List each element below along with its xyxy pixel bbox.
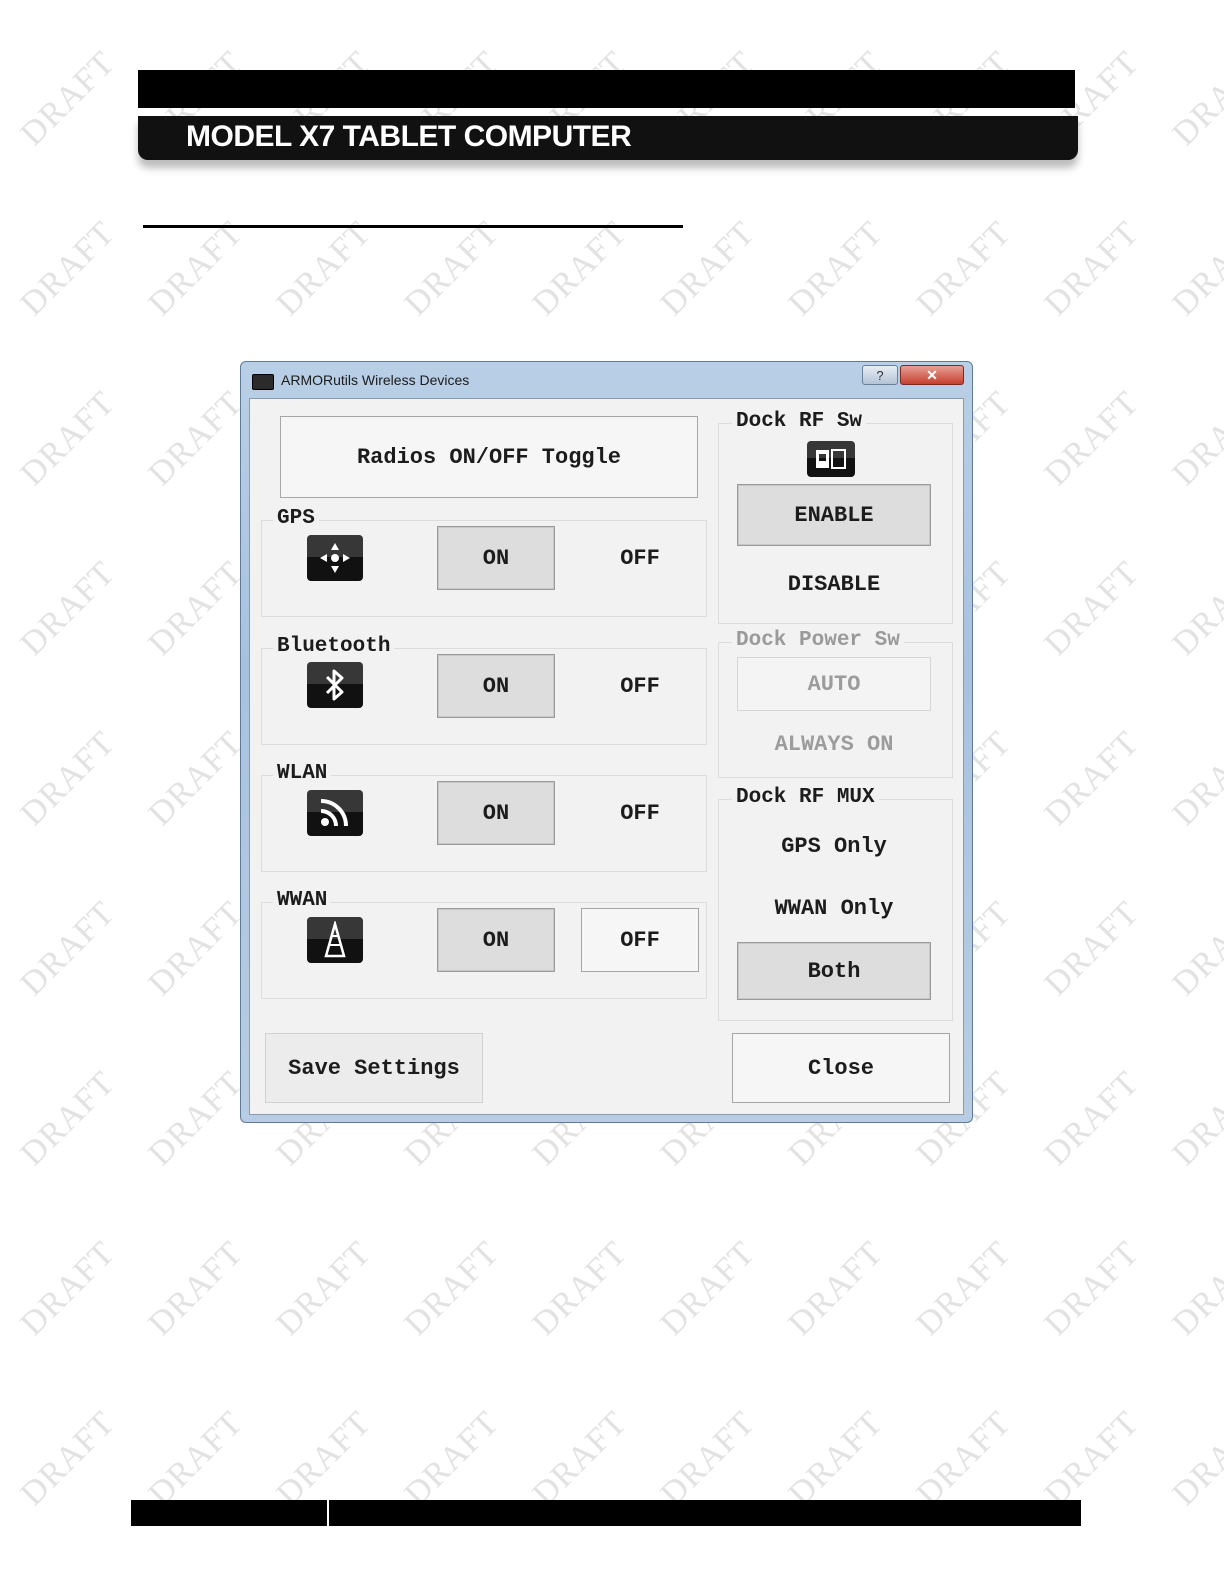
draft-watermark-text: DRAFT: [1037, 1064, 1147, 1173]
wwan-label: WWAN: [273, 889, 332, 912]
draft-watermark-text: DRAFT: [1037, 724, 1147, 833]
bluetooth-on-button[interactable]: ON: [437, 654, 555, 718]
mux-wwan-only-button[interactable]: WWAN Only: [737, 880, 931, 936]
draft-watermark-text: DRAFT: [525, 1234, 635, 1343]
draft-watermark-text: DRAFT: [269, 214, 379, 323]
draft-watermark-text: DRAFT: [653, 214, 763, 323]
draft-watermark-text: DRAFT: [781, 214, 891, 323]
help-button[interactable]: ?: [862, 365, 898, 385]
dock-power-always-on-button[interactable]: ALWAYS ON: [737, 717, 931, 771]
draft-watermark-text: DRAFT: [1037, 1234, 1147, 1343]
window-titlebar[interactable]: ARMORutils Wireless Devices ? ✕: [241, 362, 972, 398]
header-black-bar: [138, 70, 1075, 108]
gps-on-button[interactable]: ON: [437, 526, 555, 590]
draft-watermark-text: DRAFT: [269, 1404, 379, 1513]
draft-watermark-text: DRAFT: [141, 894, 251, 1003]
gps-off-button[interactable]: OFF: [581, 526, 699, 590]
wifi-icon: [307, 790, 363, 836]
draft-watermark-text: DRAFT: [141, 1064, 251, 1173]
draft-watermark-text: DRAFT: [1165, 44, 1224, 153]
header-title-band: MODEL X7 TABLET COMPUTER: [138, 116, 1078, 160]
draft-watermark-text: DRAFT: [13, 1234, 123, 1343]
bluetooth-off-button[interactable]: OFF: [581, 654, 699, 718]
dock-rf-enable-button[interactable]: ENABLE: [737, 484, 931, 546]
draft-watermark-text: DRAFT: [1165, 384, 1224, 493]
mux-gps-only-button[interactable]: GPS Only: [737, 818, 931, 874]
gps-label: GPS: [273, 507, 319, 530]
dock-rf-sw-label: Dock RF Sw: [732, 410, 867, 433]
window-close-button[interactable]: ✕: [900, 365, 964, 385]
draft-watermark-text: DRAFT: [781, 1234, 891, 1343]
draft-watermark-text: DRAFT: [909, 1234, 1019, 1343]
wireless-devices-window: ARMORutils Wireless Devices ? ✕ Radios O…: [240, 361, 973, 1123]
wwan-off-button[interactable]: OFF: [581, 908, 699, 972]
draft-watermark-text: DRAFT: [13, 1404, 123, 1513]
draft-watermark-text: DRAFT: [1037, 1404, 1147, 1513]
draft-watermark-text: DRAFT: [1037, 894, 1147, 1003]
dock-switch-icon: [807, 441, 855, 477]
draft-watermark-text: DRAFT: [1165, 1234, 1224, 1343]
document-title: MODEL X7 TABLET COMPUTER: [186, 120, 632, 153]
footer-divider: [327, 1500, 329, 1526]
draft-watermark-text: DRAFT: [525, 214, 635, 323]
draft-watermark-text: DRAFT: [141, 724, 251, 833]
draft-watermark-text: DRAFT: [13, 214, 123, 323]
draft-watermark-text: DRAFT: [1037, 384, 1147, 493]
draft-watermark-text: DRAFT: [525, 1404, 635, 1513]
dock-rf-mux-label: Dock RF MUX: [732, 786, 879, 809]
antenna-tower-icon: [307, 917, 363, 963]
draft-watermark-text: DRAFT: [397, 214, 507, 323]
window-client-area: Radios ON/OFF Toggle GPS ON OFF Bluetoot…: [249, 398, 964, 1115]
dock-power-sw-label: Dock Power Sw: [732, 629, 904, 652]
draft-watermark-text: DRAFT: [13, 384, 123, 493]
draft-watermark-text: DRAFT: [1165, 214, 1224, 323]
draft-watermark-text: DRAFT: [909, 214, 1019, 323]
draft-watermark-text: DRAFT: [269, 1234, 379, 1343]
save-settings-button[interactable]: Save Settings: [265, 1033, 483, 1103]
draft-watermark-text: DRAFT: [1165, 1404, 1224, 1513]
draft-watermark-text: DRAFT: [141, 1234, 251, 1343]
draft-watermark-text: DRAFT: [13, 894, 123, 1003]
section-rule: [143, 225, 683, 228]
draft-watermark-text: DRAFT: [397, 1404, 507, 1513]
draft-watermark-text: DRAFT: [1165, 894, 1224, 1003]
draft-watermark-text: DRAFT: [13, 1064, 123, 1173]
draft-watermark-text: DRAFT: [1037, 214, 1147, 323]
draft-watermark-text: DRAFT: [1165, 1064, 1224, 1173]
dock-power-auto-button[interactable]: AUTO: [737, 657, 931, 711]
dock-rf-disable-button[interactable]: DISABLE: [737, 553, 931, 615]
draft-watermark-text: DRAFT: [13, 724, 123, 833]
radios-toggle-button[interactable]: Radios ON/OFF Toggle: [280, 416, 698, 498]
draft-watermark-text: DRAFT: [909, 1404, 1019, 1513]
draft-watermark-text: DRAFT: [13, 44, 123, 153]
draft-watermark-text: DRAFT: [1165, 724, 1224, 833]
draft-watermark-text: DRAFT: [397, 1234, 507, 1343]
draft-watermark-text: DRAFT: [13, 554, 123, 663]
draft-watermark-text: DRAFT: [141, 554, 251, 663]
footer-bar: [131, 1500, 1081, 1526]
wlan-label: WLAN: [273, 762, 332, 785]
close-button[interactable]: Close: [732, 1033, 950, 1103]
bluetooth-label: Bluetooth: [273, 635, 395, 658]
mux-both-button[interactable]: Both: [737, 942, 931, 1000]
window-title: ARMORutils Wireless Devices: [281, 372, 470, 388]
wwan-on-button[interactable]: ON: [437, 908, 555, 972]
draft-watermark-text: DRAFT: [653, 1404, 763, 1513]
wlan-off-button[interactable]: OFF: [581, 781, 699, 845]
app-icon: [252, 374, 274, 390]
draft-watermark-text: DRAFT: [141, 214, 251, 323]
wlan-on-button[interactable]: ON: [437, 781, 555, 845]
draft-watermark-text: DRAFT: [1037, 554, 1147, 663]
draft-watermark-text: DRAFT: [141, 384, 251, 493]
draft-watermark-text: DRAFT: [781, 1404, 891, 1513]
gps-crosshair-icon: [307, 535, 363, 581]
draft-watermark-text: DRAFT: [1165, 554, 1224, 663]
bluetooth-icon: [307, 662, 363, 708]
draft-watermark-text: DRAFT: [141, 1404, 251, 1513]
draft-watermark-text: DRAFT: [653, 1234, 763, 1343]
